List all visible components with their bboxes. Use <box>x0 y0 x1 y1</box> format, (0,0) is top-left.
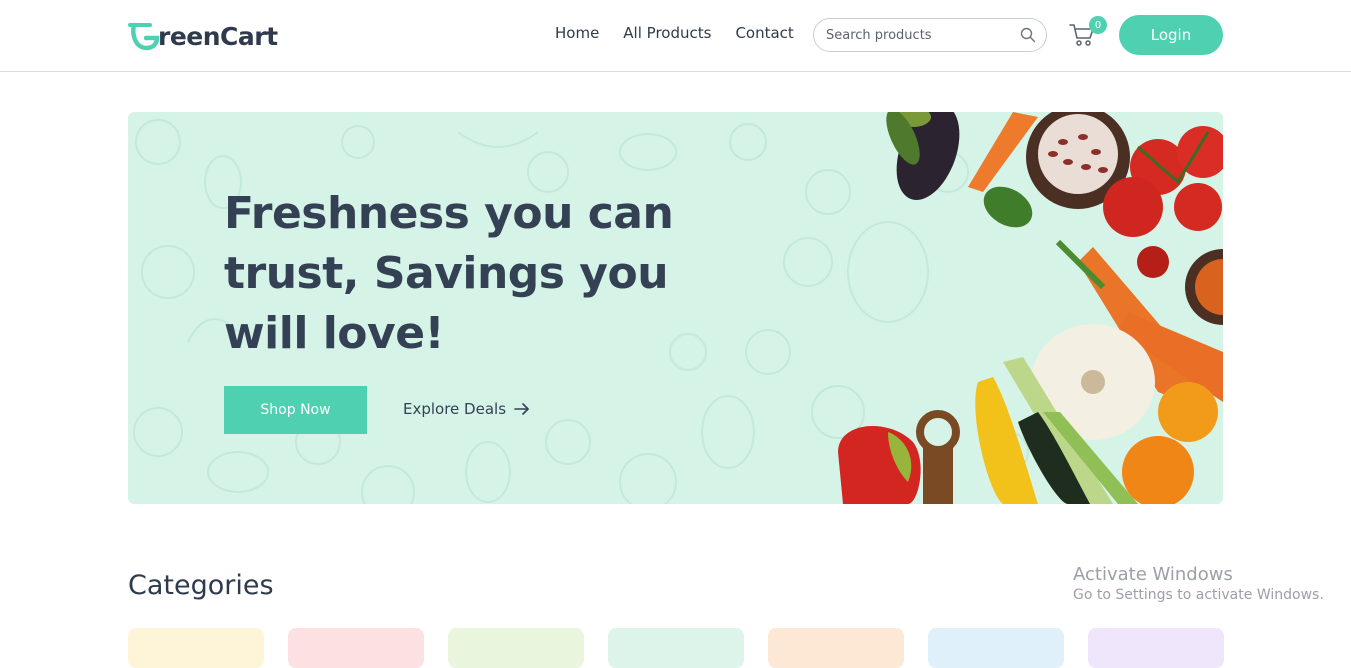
shop-now-button[interactable]: Shop Now <box>224 386 367 434</box>
arrow-right-icon <box>514 403 529 415</box>
explore-deals-label: Explore Deals <box>403 400 507 418</box>
search-box <box>813 18 1047 52</box>
brand-logo[interactable]: reenCart <box>128 19 278 53</box>
cart-count-badge: 0 <box>1089 16 1107 34</box>
category-card[interactable] <box>1088 628 1224 668</box>
logo-mark-icon <box>128 22 160 51</box>
category-card[interactable] <box>128 628 264 668</box>
login-button[interactable]: Login <box>1119 15 1223 55</box>
explore-deals-link[interactable]: Explore Deals <box>403 400 530 418</box>
hero-banner: Freshness you can trust, Savings you wil… <box>128 112 1223 504</box>
watermark-subtitle: Go to Settings to activate Windows. <box>1073 587 1324 603</box>
category-card[interactable] <box>448 628 584 668</box>
category-cards <box>128 628 1224 668</box>
category-card[interactable] <box>608 628 744 668</box>
categories-title: Categories <box>128 570 274 601</box>
category-card[interactable] <box>288 628 424 668</box>
watermark-title: Activate Windows <box>1073 564 1233 585</box>
navbar: reenCart Home All Products Contact 0 Log… <box>0 0 1351 72</box>
nav-link-home[interactable]: Home <box>555 24 599 42</box>
search-input[interactable] <box>826 27 1006 43</box>
activate-windows-watermark: Activate Windows Go to Settings to activ… <box>1073 564 1324 603</box>
brand-name: reenCart <box>158 22 278 51</box>
hero-title: Freshness you can trust, Savings you wil… <box>224 188 674 359</box>
search-icon[interactable] <box>1020 27 1036 43</box>
main-nav: Home All Products Contact <box>555 24 794 42</box>
vegetables-image <box>838 112 1223 504</box>
brand-name-rest: reenCart <box>158 21 278 51</box>
category-card[interactable] <box>928 628 1064 668</box>
category-card[interactable] <box>768 628 904 668</box>
nav-link-contact[interactable]: Contact <box>735 24 793 42</box>
nav-link-all-products[interactable]: All Products <box>623 24 711 42</box>
